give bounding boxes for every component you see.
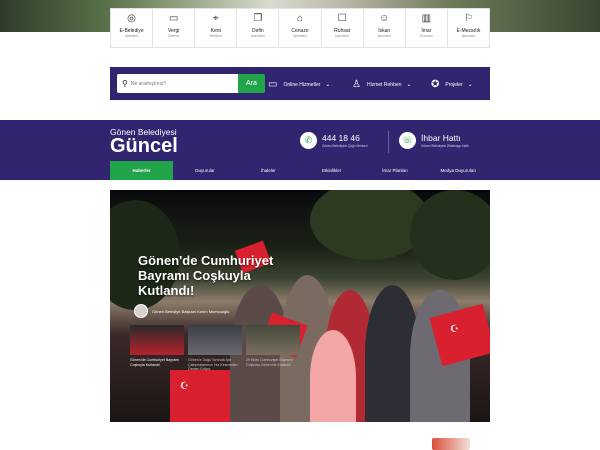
menu-service-guide[interactable]: ♙ Hizmet Rehberi ⌄ (352, 79, 411, 90)
quick-link-subtitle: İşlemleri (251, 34, 265, 38)
turkish-flag (170, 370, 230, 422)
thumbnail-row: Gönen'de Cumhuriyet Bayramı Coşkuyla Kut… (130, 325, 304, 372)
quick-link-subtitle: İşlemleri (293, 34, 307, 38)
thumbnail-image (246, 325, 300, 355)
quick-link-e-mezarlik[interactable]: ⚐ E-Mezarlık İşlemleri (447, 8, 490, 48)
globe-icon: ◎ (127, 13, 136, 24)
tip-line-label: İhbar Hattı (421, 133, 461, 143)
crescent-star-icon: ☪ (450, 324, 459, 335)
quick-links-bar: ◎ E-Belediye İşlemleri ▭ Vergi Ödeme ⌖ K… (110, 8, 490, 48)
quick-link-imar[interactable]: ▥ İmar Durumu (405, 8, 448, 48)
chevron-down-icon: ⌄ (467, 82, 473, 88)
tip-line-contact[interactable]: ☏ İhbar Hattı Gönen Belediyesi Whatsapp … (399, 132, 469, 149)
chevron-down-icon: ⌄ (325, 82, 331, 88)
building-icon: ▥ (421, 13, 432, 24)
photo-tree (410, 190, 490, 280)
location-pin-icon: ⌖ (212, 13, 219, 24)
thumbnail-image (188, 325, 242, 355)
document-icon: ❐ (253, 13, 263, 24)
thumbnail-caption: Gönen'e Doğu Sırtında İçin Çalışmalarımı… (188, 358, 238, 372)
partial-image (432, 438, 470, 450)
tab-haberler[interactable]: Haberler (110, 161, 174, 180)
person-icon: ♙ (352, 79, 361, 90)
phone-number: 444 18 46 (322, 133, 360, 143)
thumbnail-caption: 29 Ekim Cumhuriyet Bayramı Coşkusu Gönen… (246, 358, 293, 367)
menu-projects[interactable]: ✪ Projeler ⌄ (431, 79, 473, 90)
credit-card-icon: ▭ (168, 13, 179, 24)
news-tabs: Haberler Duyurular İhaleler Etkinlikler … (110, 161, 490, 180)
quick-link-vergi[interactable]: ▭ Vergi Ödeme (153, 8, 196, 48)
thumbnail-item[interactable]: Gönen'e Doğu Sırtında İçin Çalışmalarımı… (188, 325, 242, 372)
quick-link-subtitle: Rehberi (209, 34, 223, 38)
quick-link-subtitle: İşlemleri (124, 34, 139, 38)
search-nav-bar: ⚲ Ara ▭ Online Hizmetler ⌄ ♙ Hizmet Rehb… (110, 67, 490, 100)
star-badge-icon: ✪ (431, 79, 440, 90)
avatar (134, 304, 148, 318)
tab-imar-planlari[interactable]: İmar Planları (363, 161, 427, 180)
phone-note: Gönen Belediyesi Çağrı Merkezi (322, 144, 368, 148)
tab-ihaleler[interactable]: İhaleler (236, 161, 300, 180)
call-center-contact[interactable]: ✆ 444 18 46 Gönen Belediyesi Çağrı Merke… (300, 132, 368, 149)
search-icon: ⚲ (122, 79, 128, 88)
tip-line-note: Gönen Belediyesi Whatsapp Hattı (421, 144, 469, 148)
certificate-icon: ☐ (337, 13, 347, 24)
menu-label: Hizmet Rehberi (366, 81, 402, 88)
quick-link-iskan[interactable]: ☺ İskan İşlemleri (363, 8, 406, 48)
featured-news-image[interactable]: ☪ ☪ Gönen'de Cumhuriyet Bayramı Coşkuyla… (110, 190, 490, 422)
card-icon: ▭ (268, 79, 278, 90)
photo-child (310, 330, 356, 422)
search-input[interactable] (130, 77, 231, 90)
thumbnail-item[interactable]: 29 Ekim Cumhuriyet Bayramı Coşkusu Gönen… (246, 325, 300, 372)
tab-medya-duyurulari[interactable]: Medya Duyuruları (426, 161, 490, 180)
contact-divider (388, 131, 389, 153)
thumbnail-image (130, 325, 184, 355)
quick-link-ruhsat[interactable]: ☐ Ruhsat İşlemleri (321, 8, 364, 48)
menu-online-services[interactable]: ▭ Online Hizmetler ⌄ (268, 79, 330, 90)
quick-link-subtitle: Ödeme (167, 34, 180, 38)
quick-link-e-belediye[interactable]: ◎ E-Belediye İşlemleri (110, 8, 154, 48)
quick-link-subtitle: Durumu (419, 34, 433, 38)
author-name: Gönen Belediye Başkanı Kerim Mumcuoğlu (152, 308, 230, 314)
quick-link-subtitle: İşlemleri (335, 34, 349, 38)
whatsapp-icon: ☏ (399, 132, 416, 149)
quick-link-defin[interactable]: ❐ Defin İşlemleri (237, 8, 280, 48)
featured-headline[interactable]: Gönen'de Cumhuriyet Bayramı Coşkuyla Kut… (138, 253, 298, 298)
tab-etkinlikler[interactable]: Etkinlikler (299, 161, 364, 180)
bookmark-icon: ⚐ (463, 13, 473, 24)
menu-label: Online Hizmetler (283, 81, 321, 88)
quick-link-subtitle: İşlemleri (377, 34, 391, 38)
thumbnail-item[interactable]: Gönen'de Cumhuriyet Bayramı Coşkuyla Kut… (130, 325, 184, 372)
quick-link-cenaze[interactable]: ⌂ Cenaze İşlemleri (279, 8, 322, 48)
menu-label: Projeler (445, 81, 463, 88)
quick-link-subtitle: İşlemleri (461, 34, 476, 38)
phone-icon: ✆ (300, 132, 317, 149)
chevron-down-icon: ⌄ (406, 82, 412, 88)
search-box: ⚲ (117, 74, 238, 93)
search-button[interactable]: Ara (238, 74, 265, 93)
section-title: Güncel (110, 135, 178, 157)
crescent-star-icon: ☪ (180, 381, 189, 392)
folder-icon: ⌂ (296, 13, 303, 24)
user-icon: ☺ (379, 13, 390, 24)
tab-duyurular[interactable]: Duyurular (173, 161, 237, 180)
thumbnail-caption: Gönen'de Cumhuriyet Bayramı Coşkuyla Kut… (130, 358, 180, 367)
author-line: Gönen Belediye Başkanı Kerim Mumcuoğlu (134, 304, 229, 318)
quick-link-kent[interactable]: ⌖ Kent Rehberi (195, 8, 238, 48)
